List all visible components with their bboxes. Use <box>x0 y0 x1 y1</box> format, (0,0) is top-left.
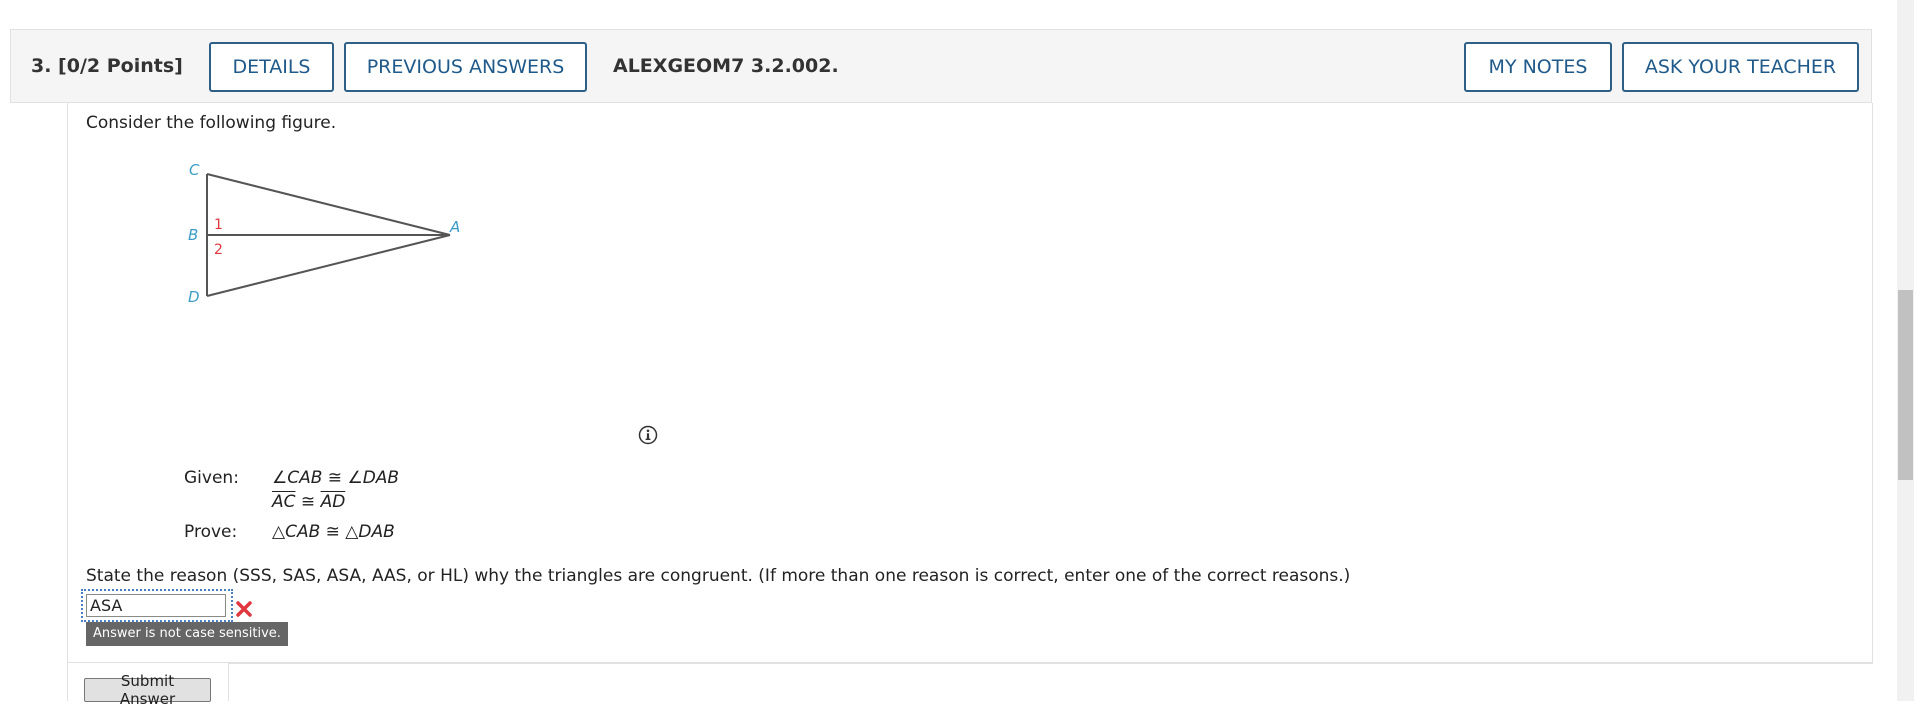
congruent-sign: ≅ <box>295 492 321 512</box>
info-icon[interactable] <box>638 425 658 445</box>
angle-2-label: 2 <box>214 242 223 258</box>
angle-1-label: 1 <box>214 217 223 233</box>
scrollbar-thumb[interactable] <box>1898 290 1913 480</box>
incorrect-x-icon <box>236 601 252 617</box>
vertex-a-label: A <box>449 218 460 236</box>
segment-ca <box>206 173 451 236</box>
given-angles: ∠CAB ≅ ∠DAB <box>272 468 400 488</box>
question-number: 3. [0/2 Points] <box>31 55 183 77</box>
answer-field-focus-ring <box>81 589 233 622</box>
answer-hint-tooltip: Answer is not case sensitive. <box>86 622 288 646</box>
vertex-c-label: C <box>189 161 200 179</box>
answer-input[interactable] <box>86 594 226 617</box>
given-sides: AC ≅ AD <box>272 492 345 512</box>
details-button[interactable]: DETAILS <box>209 42 334 92</box>
segment-da <box>206 234 451 297</box>
segment-ac-text: AC <box>272 492 296 512</box>
previous-answers-button[interactable]: PREVIOUS ANSWERS <box>344 42 587 92</box>
prove-label: Prove: <box>184 522 238 542</box>
question-code: ALEXGEOM7 3.2.002. <box>613 55 839 77</box>
given-label: Given: <box>184 468 239 488</box>
divider <box>228 663 1873 701</box>
question-header: 3. [0/2 Points] DETAILS PREVIOUS ANSWERS… <box>10 29 1872 103</box>
vertex-b-label: B <box>188 226 198 244</box>
my-notes-button[interactable]: MY NOTES <box>1464 42 1612 92</box>
vertex-d-label: D <box>188 288 200 306</box>
question-instruction: State the reason (SSS, SAS, ASA, AAS, or… <box>86 566 1351 586</box>
prove-statement: △CAB ≅ △DAB <box>272 522 395 542</box>
divider <box>67 663 68 701</box>
segment-ad-text: AD <box>320 492 346 512</box>
question-intro: Consider the following figure. <box>86 113 337 133</box>
ask-your-teacher-button[interactable]: ASK YOUR TEACHER <box>1622 42 1859 92</box>
submit-answer-button[interactable]: Submit Answer <box>84 672 211 708</box>
triangle-figure: C B D A 1 2 <box>188 161 460 306</box>
